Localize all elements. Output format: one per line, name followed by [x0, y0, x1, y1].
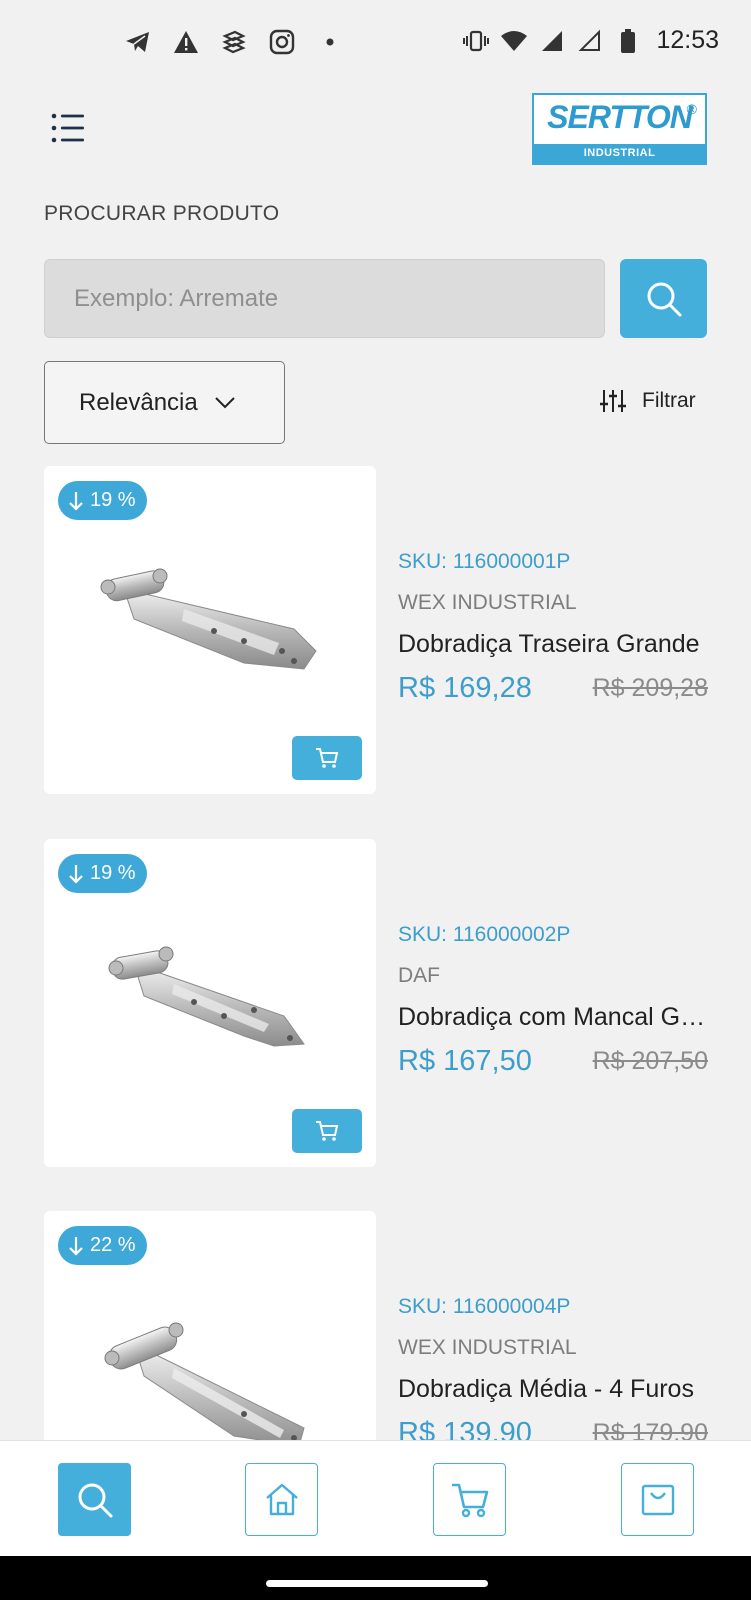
search-button[interactable]: [620, 259, 707, 338]
status-bar: 12:53: [0, 0, 751, 88]
nav-cart-button[interactable]: [433, 1463, 506, 1536]
wifi-icon: [500, 27, 528, 55]
sort-select[interactable]: Relevância: [44, 361, 285, 444]
dot-icon: [316, 28, 344, 56]
product-name[interactable]: Dobradiça Traseira Grande: [398, 630, 708, 659]
logo-registered-mark: ®: [686, 101, 697, 117]
product-brand: WEX INDUSTRIAL: [398, 1336, 577, 1359]
search-icon: [647, 282, 681, 316]
search-icon: [78, 1483, 112, 1517]
discount-badge: 19 %: [58, 854, 147, 893]
chevron-down-icon: [215, 396, 235, 408]
product-image: [100, 568, 317, 670]
brand-logo[interactable]: SERTTON ® INDUSTRIAL: [532, 93, 707, 165]
signal-empty-icon: [576, 27, 604, 55]
logo-wordmark: SERTTON: [547, 99, 693, 135]
product-old-price: R$ 209,28: [592, 674, 708, 702]
logo-subtitle: INDUSTRIAL: [534, 144, 705, 163]
nav-home-button[interactable]: [245, 1463, 318, 1536]
system-navigation-bar: [0, 1556, 751, 1600]
cart-icon: [451, 1483, 488, 1517]
nav-search-button[interactable]: [58, 1463, 131, 1536]
add-to-cart-button[interactable]: [292, 736, 362, 780]
discount-badge: 19 %: [58, 481, 147, 520]
product-card[interactable]: 19 %: [44, 466, 376, 794]
bag-icon: [641, 1484, 674, 1515]
layers-icon: [220, 28, 248, 56]
product-name[interactable]: Dobradiça com Mancal Grande: [398, 1003, 708, 1032]
arrow-down-icon: [69, 1236, 83, 1256]
vibrate-icon: [462, 27, 490, 55]
product-brand: WEX INDUSTRIAL: [398, 591, 577, 614]
battery-icon: [614, 27, 642, 55]
instagram-icon: [268, 28, 296, 56]
product-sku: SKU: 116000001P: [398, 550, 571, 573]
product-sku: SKU: 116000004P: [398, 1295, 571, 1318]
signal-icon: [538, 27, 566, 55]
menu-button[interactable]: [48, 110, 88, 146]
cart-icon: [316, 1121, 339, 1141]
arrow-down-icon: [69, 491, 83, 511]
clock: 12:53: [656, 26, 719, 54]
filter-label: Filtrar: [642, 389, 696, 412]
sliders-icon: [600, 390, 626, 412]
product-image: [104, 1322, 305, 1447]
system-icons: 12:53: [462, 26, 719, 55]
product-brand: DAF: [398, 964, 440, 987]
add-to-cart-button[interactable]: [292, 1109, 362, 1153]
product-old-price: R$ 207,50: [592, 1047, 708, 1075]
filter-button[interactable]: Filtrar: [600, 388, 696, 414]
product-image: [108, 946, 305, 1047]
cart-icon: [316, 748, 339, 768]
list-menu-icon: [51, 113, 84, 143]
product-card[interactable]: 19 %: [44, 839, 376, 1167]
product-sku: SKU: 116000002P: [398, 923, 571, 946]
search-title: PROCURAR PRODUTO: [44, 202, 280, 225]
arrow-down-icon: [69, 864, 83, 884]
product-price: R$ 167,50: [398, 1045, 532, 1077]
telegram-icon: [124, 28, 152, 56]
bottom-nav: [0, 1440, 751, 1556]
notification-icons: [124, 28, 344, 56]
product-name[interactable]: Dobradiça Média - 4 Furos: [398, 1375, 708, 1404]
warning-icon: [172, 28, 200, 56]
search-input[interactable]: [44, 259, 605, 338]
product-item[interactable]: 19 % SKU: 116000001P WEX INDUSTRIAL Dobr…: [44, 466, 708, 794]
product-item[interactable]: 19 % SKU: 116000002P DAF Dobradiça com M…: [44, 839, 708, 1167]
sort-selected-value: Relevância: [79, 388, 198, 416]
discount-badge: 22 %: [58, 1226, 147, 1265]
home-icon: [265, 1483, 298, 1515]
product-price: R$ 169,28: [398, 672, 532, 704]
home-gesture-pill[interactable]: [266, 1580, 488, 1587]
nav-bag-button[interactable]: [621, 1463, 694, 1536]
